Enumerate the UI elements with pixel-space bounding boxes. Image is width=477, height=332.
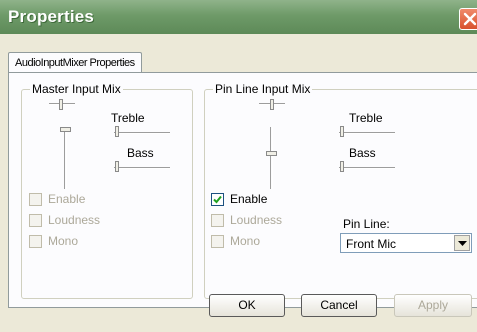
chevron-down-icon [458,241,467,246]
ok-button-label: OK [238,298,256,312]
pin-enable-label: Enable [230,192,268,206]
close-icon [463,12,477,26]
pin-line-dropdown-button[interactable] [454,235,470,251]
master-bass-slider[interactable] [114,160,174,176]
master-bass-label: Bass [127,146,154,160]
apply-button-label: Apply [417,298,449,312]
pin-volume-slider[interactable] [265,123,279,193]
pin-line-select-value: Front Mic [346,237,397,251]
pin-bass-label: Bass [349,146,376,160]
master-input-mix-legend: Master Input Mix [30,82,123,96]
pin-mono-label: Mono [230,234,261,248]
pin-treble-slider[interactable] [339,125,399,141]
master-mono-label: Mono [48,234,79,248]
tab-label: AudioInputMixer Properties [15,57,135,69]
master-input-mix-group: Master Input Mix [21,82,193,299]
tab-audio-input-mixer-properties[interactable]: AudioInputMixer Properties [8,52,142,72]
master-treble-slider[interactable] [114,125,174,141]
cancel-button[interactable]: Cancel [301,294,377,317]
apply-button[interactable]: Apply [394,294,472,317]
window-title: Properties [8,7,95,26]
master-enable-checkbox[interactable] [29,193,42,206]
master-treble-label: Treble [111,111,145,125]
master-loudness-checkbox[interactable] [29,214,42,227]
master-loudness-label: Loudness [48,213,101,227]
pin-enable-checkbox[interactable] [211,193,224,206]
pin-balance-slider[interactable] [259,97,285,111]
pin-line-input-mix-legend: Pin Line Input Mix [213,82,313,96]
pin-loudness-label: Loudness [230,213,283,227]
master-balance-slider[interactable] [49,97,75,111]
ok-button[interactable]: OK [209,294,285,317]
master-mono-checkbox[interactable] [29,235,42,248]
tab-panel: Master Input Mix Treble Bass Enable Loud… [8,72,477,308]
checkmark-icon [213,195,222,204]
pin-line-select[interactable]: Front Mic [340,233,472,253]
close-button[interactable] [459,8,477,30]
pin-mono-checkbox[interactable] [211,235,224,248]
cancel-button-label: Cancel [320,298,358,312]
dialog-body: AudioInputMixer Properties Master Input … [0,34,477,332]
title-bar[interactable]: Properties [0,0,477,34]
pin-bass-slider[interactable] [339,160,399,176]
pin-line-label: Pin Line: [343,217,390,231]
pin-treble-label: Treble [349,111,383,125]
pin-loudness-checkbox[interactable] [211,214,224,227]
master-enable-label: Enable [48,192,86,206]
master-volume-slider[interactable] [59,123,73,193]
